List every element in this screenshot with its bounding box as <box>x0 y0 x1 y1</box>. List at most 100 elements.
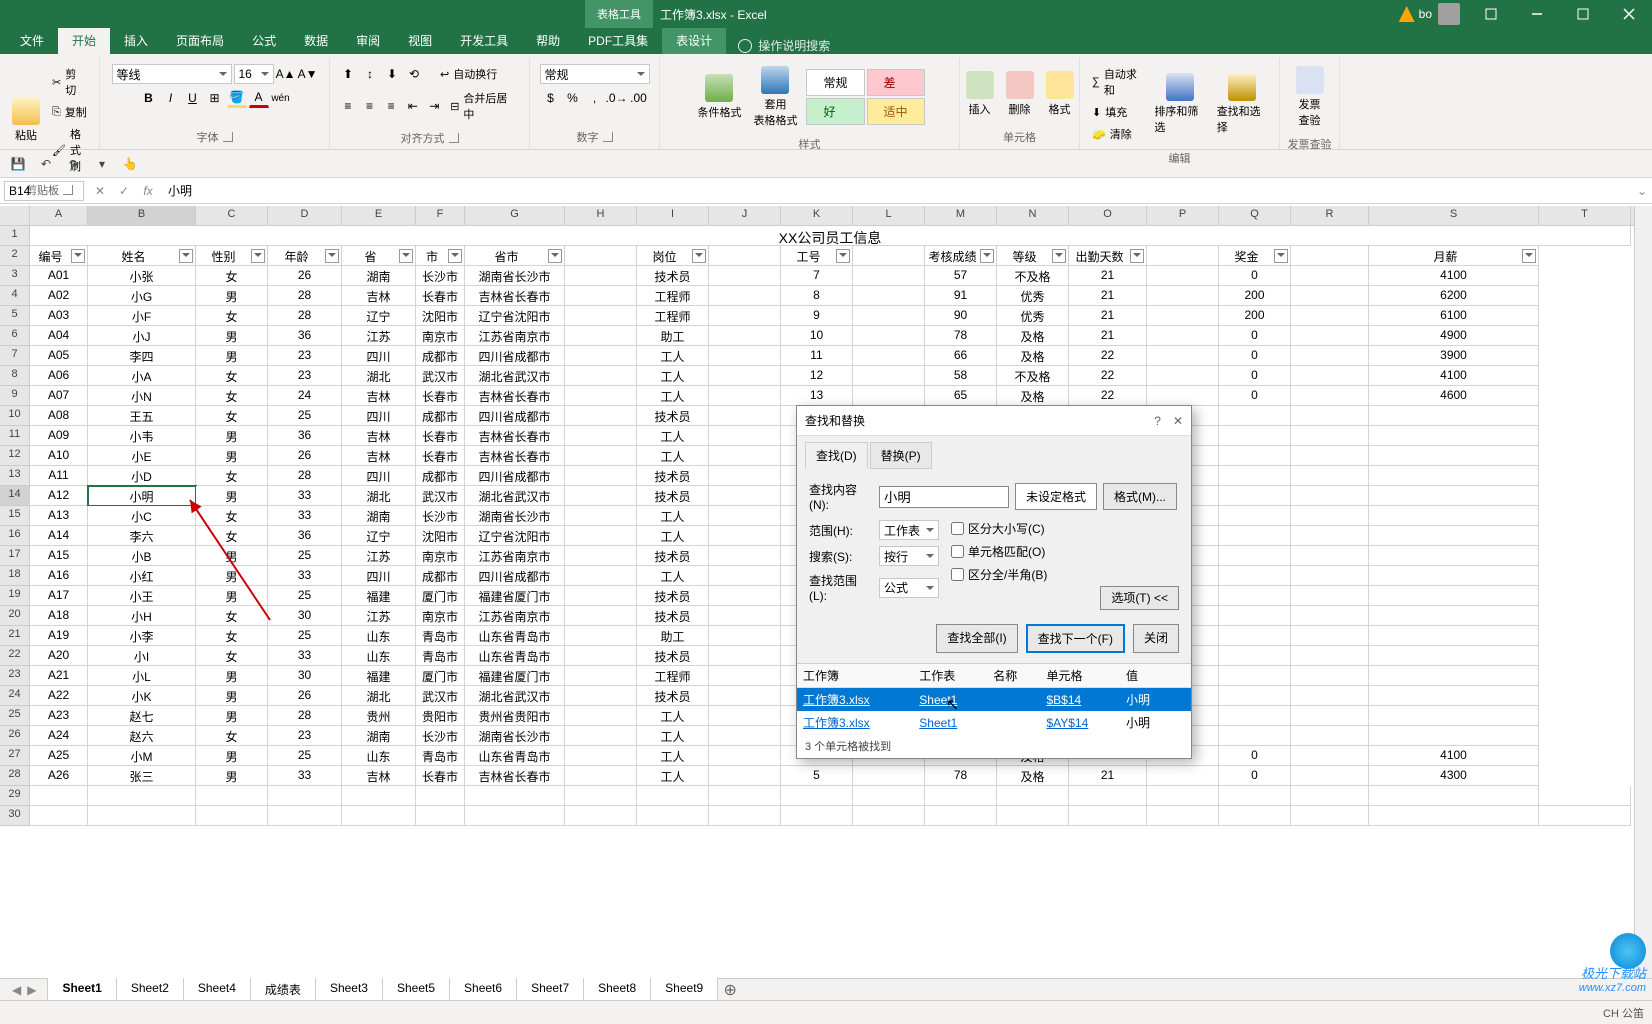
align-center-button[interactable]: ≡ <box>360 96 380 116</box>
data-cell[interactable]: 四川 <box>342 466 416 486</box>
row-header[interactable]: 30 <box>0 806 30 826</box>
data-cell[interactable]: 四川 <box>342 346 416 366</box>
data-cell[interactable] <box>709 786 781 806</box>
data-cell[interactable]: 0 <box>1219 326 1291 346</box>
data-cell[interactable]: A23 <box>30 706 88 726</box>
data-cell[interactable] <box>1369 666 1539 686</box>
data-cell[interactable]: 四川省成都市 <box>465 466 565 486</box>
data-cell[interactable]: 辽宁省沈阳市 <box>465 526 565 546</box>
data-cell[interactable] <box>1369 406 1539 426</box>
data-cell[interactable]: A12 <box>30 486 88 506</box>
data-cell[interactable] <box>565 526 637 546</box>
look-in-combo[interactable]: 公式 <box>879 578 939 598</box>
data-cell[interactable]: 四川 <box>342 406 416 426</box>
data-cell[interactable] <box>1291 706 1369 726</box>
data-cell[interactable]: 及格 <box>997 326 1069 346</box>
data-cell[interactable] <box>565 666 637 686</box>
ribbon-tab-插入[interactable]: 插入 <box>110 27 162 54</box>
data-cell[interactable]: 小J <box>88 326 196 346</box>
font-color-button[interactable]: A <box>249 88 269 108</box>
data-cell[interactable] <box>1147 766 1219 786</box>
data-cell[interactable] <box>565 426 637 446</box>
clear-button[interactable]: 🧽清除 <box>1088 124 1146 144</box>
data-cell[interactable] <box>565 686 637 706</box>
header-cell[interactable]: 考核成绩 <box>925 246 997 266</box>
data-cell[interactable]: 200 <box>1219 306 1291 326</box>
data-cell[interactable]: 长沙市 <box>416 726 465 746</box>
tab-replace[interactable]: 替换(P) <box>870 442 932 469</box>
data-cell[interactable]: 6100 <box>1369 306 1539 326</box>
data-cell[interactable]: 小F <box>88 306 196 326</box>
data-cell[interactable]: 小韦 <box>88 426 196 446</box>
data-cell[interactable] <box>1369 426 1539 446</box>
row-header[interactable]: 18 <box>0 566 30 586</box>
data-cell[interactable]: 男 <box>196 566 268 586</box>
align-top-button[interactable]: ⬆ <box>338 64 358 84</box>
data-cell[interactable] <box>1291 466 1369 486</box>
data-cell[interactable]: 赵六 <box>88 726 196 746</box>
data-cell[interactable] <box>1147 786 1219 806</box>
data-cell[interactable] <box>1369 726 1539 746</box>
data-cell[interactable]: 女 <box>196 466 268 486</box>
data-cell[interactable] <box>1219 466 1291 486</box>
data-cell[interactable]: 吉林 <box>342 446 416 466</box>
data-cell[interactable]: 0 <box>1219 386 1291 406</box>
result-header[interactable]: 值 <box>1120 664 1173 688</box>
row-header[interactable]: 21 <box>0 626 30 646</box>
data-cell[interactable] <box>1219 646 1291 666</box>
data-cell[interactable] <box>1219 686 1291 706</box>
options-toggle-button[interactable]: 选项(T) << <box>1100 586 1179 610</box>
maximize-button[interactable] <box>1560 0 1606 28</box>
data-cell[interactable]: 长春市 <box>416 286 465 306</box>
data-cell[interactable] <box>1369 686 1539 706</box>
header-cell[interactable] <box>853 246 925 266</box>
result-header[interactable]: 单元格 <box>1040 664 1120 688</box>
data-cell[interactable]: 21 <box>1069 266 1147 286</box>
data-cell[interactable] <box>1219 546 1291 566</box>
column-header[interactable]: F <box>416 206 465 225</box>
data-cell[interactable]: 男 <box>196 706 268 726</box>
data-cell[interactable]: A08 <box>30 406 88 426</box>
header-cell[interactable] <box>709 246 781 266</box>
data-cell[interactable] <box>565 606 637 626</box>
data-cell[interactable] <box>1147 326 1219 346</box>
data-cell[interactable] <box>1069 786 1147 806</box>
phonetic-button[interactable]: wén <box>271 88 291 108</box>
data-cell[interactable]: 7 <box>781 266 853 286</box>
data-cell[interactable] <box>709 586 781 606</box>
data-cell[interactable]: 吉林省长春市 <box>465 446 565 466</box>
data-cell[interactable] <box>565 706 637 726</box>
delete-cells-button[interactable]: 删除 <box>1002 69 1038 119</box>
filter-dropdown-icon[interactable] <box>71 249 85 263</box>
tab-find[interactable]: 查找(D) <box>805 442 868 469</box>
wrap-text-button[interactable]: ↩自动换行 <box>436 64 501 84</box>
data-cell[interactable] <box>1219 786 1291 806</box>
data-cell[interactable]: A13 <box>30 506 88 526</box>
row-header[interactable]: 27 <box>0 746 30 766</box>
decrease-font-button[interactable]: A▼ <box>298 64 318 84</box>
data-cell[interactable] <box>709 526 781 546</box>
data-cell[interactable] <box>709 606 781 626</box>
data-cell[interactable]: 不及格 <box>997 266 1069 286</box>
data-cell[interactable] <box>1219 666 1291 686</box>
data-cell[interactable] <box>196 806 268 826</box>
data-cell[interactable]: 吉林 <box>342 286 416 306</box>
column-header[interactable]: E <box>342 206 416 225</box>
data-cell[interactable]: 长春市 <box>416 766 465 786</box>
data-cell[interactable] <box>1291 326 1369 346</box>
cell-style-neutral[interactable]: 适中 <box>867 98 925 125</box>
data-cell[interactable]: 男 <box>196 546 268 566</box>
data-cell[interactable] <box>1291 286 1369 306</box>
row-header[interactable]: 14 <box>0 486 30 506</box>
data-cell[interactable] <box>1369 546 1539 566</box>
data-cell[interactable] <box>853 786 925 806</box>
data-cell[interactable]: 长春市 <box>416 426 465 446</box>
font-size-combo[interactable]: 16 <box>234 64 274 84</box>
data-cell[interactable]: 武汉市 <box>416 486 465 506</box>
data-cell[interactable] <box>1219 486 1291 506</box>
data-cell[interactable]: 小N <box>88 386 196 406</box>
data-cell[interactable]: A21 <box>30 666 88 686</box>
column-header[interactable]: T <box>1539 206 1631 225</box>
data-cell[interactable]: A02 <box>30 286 88 306</box>
data-cell[interactable] <box>709 366 781 386</box>
